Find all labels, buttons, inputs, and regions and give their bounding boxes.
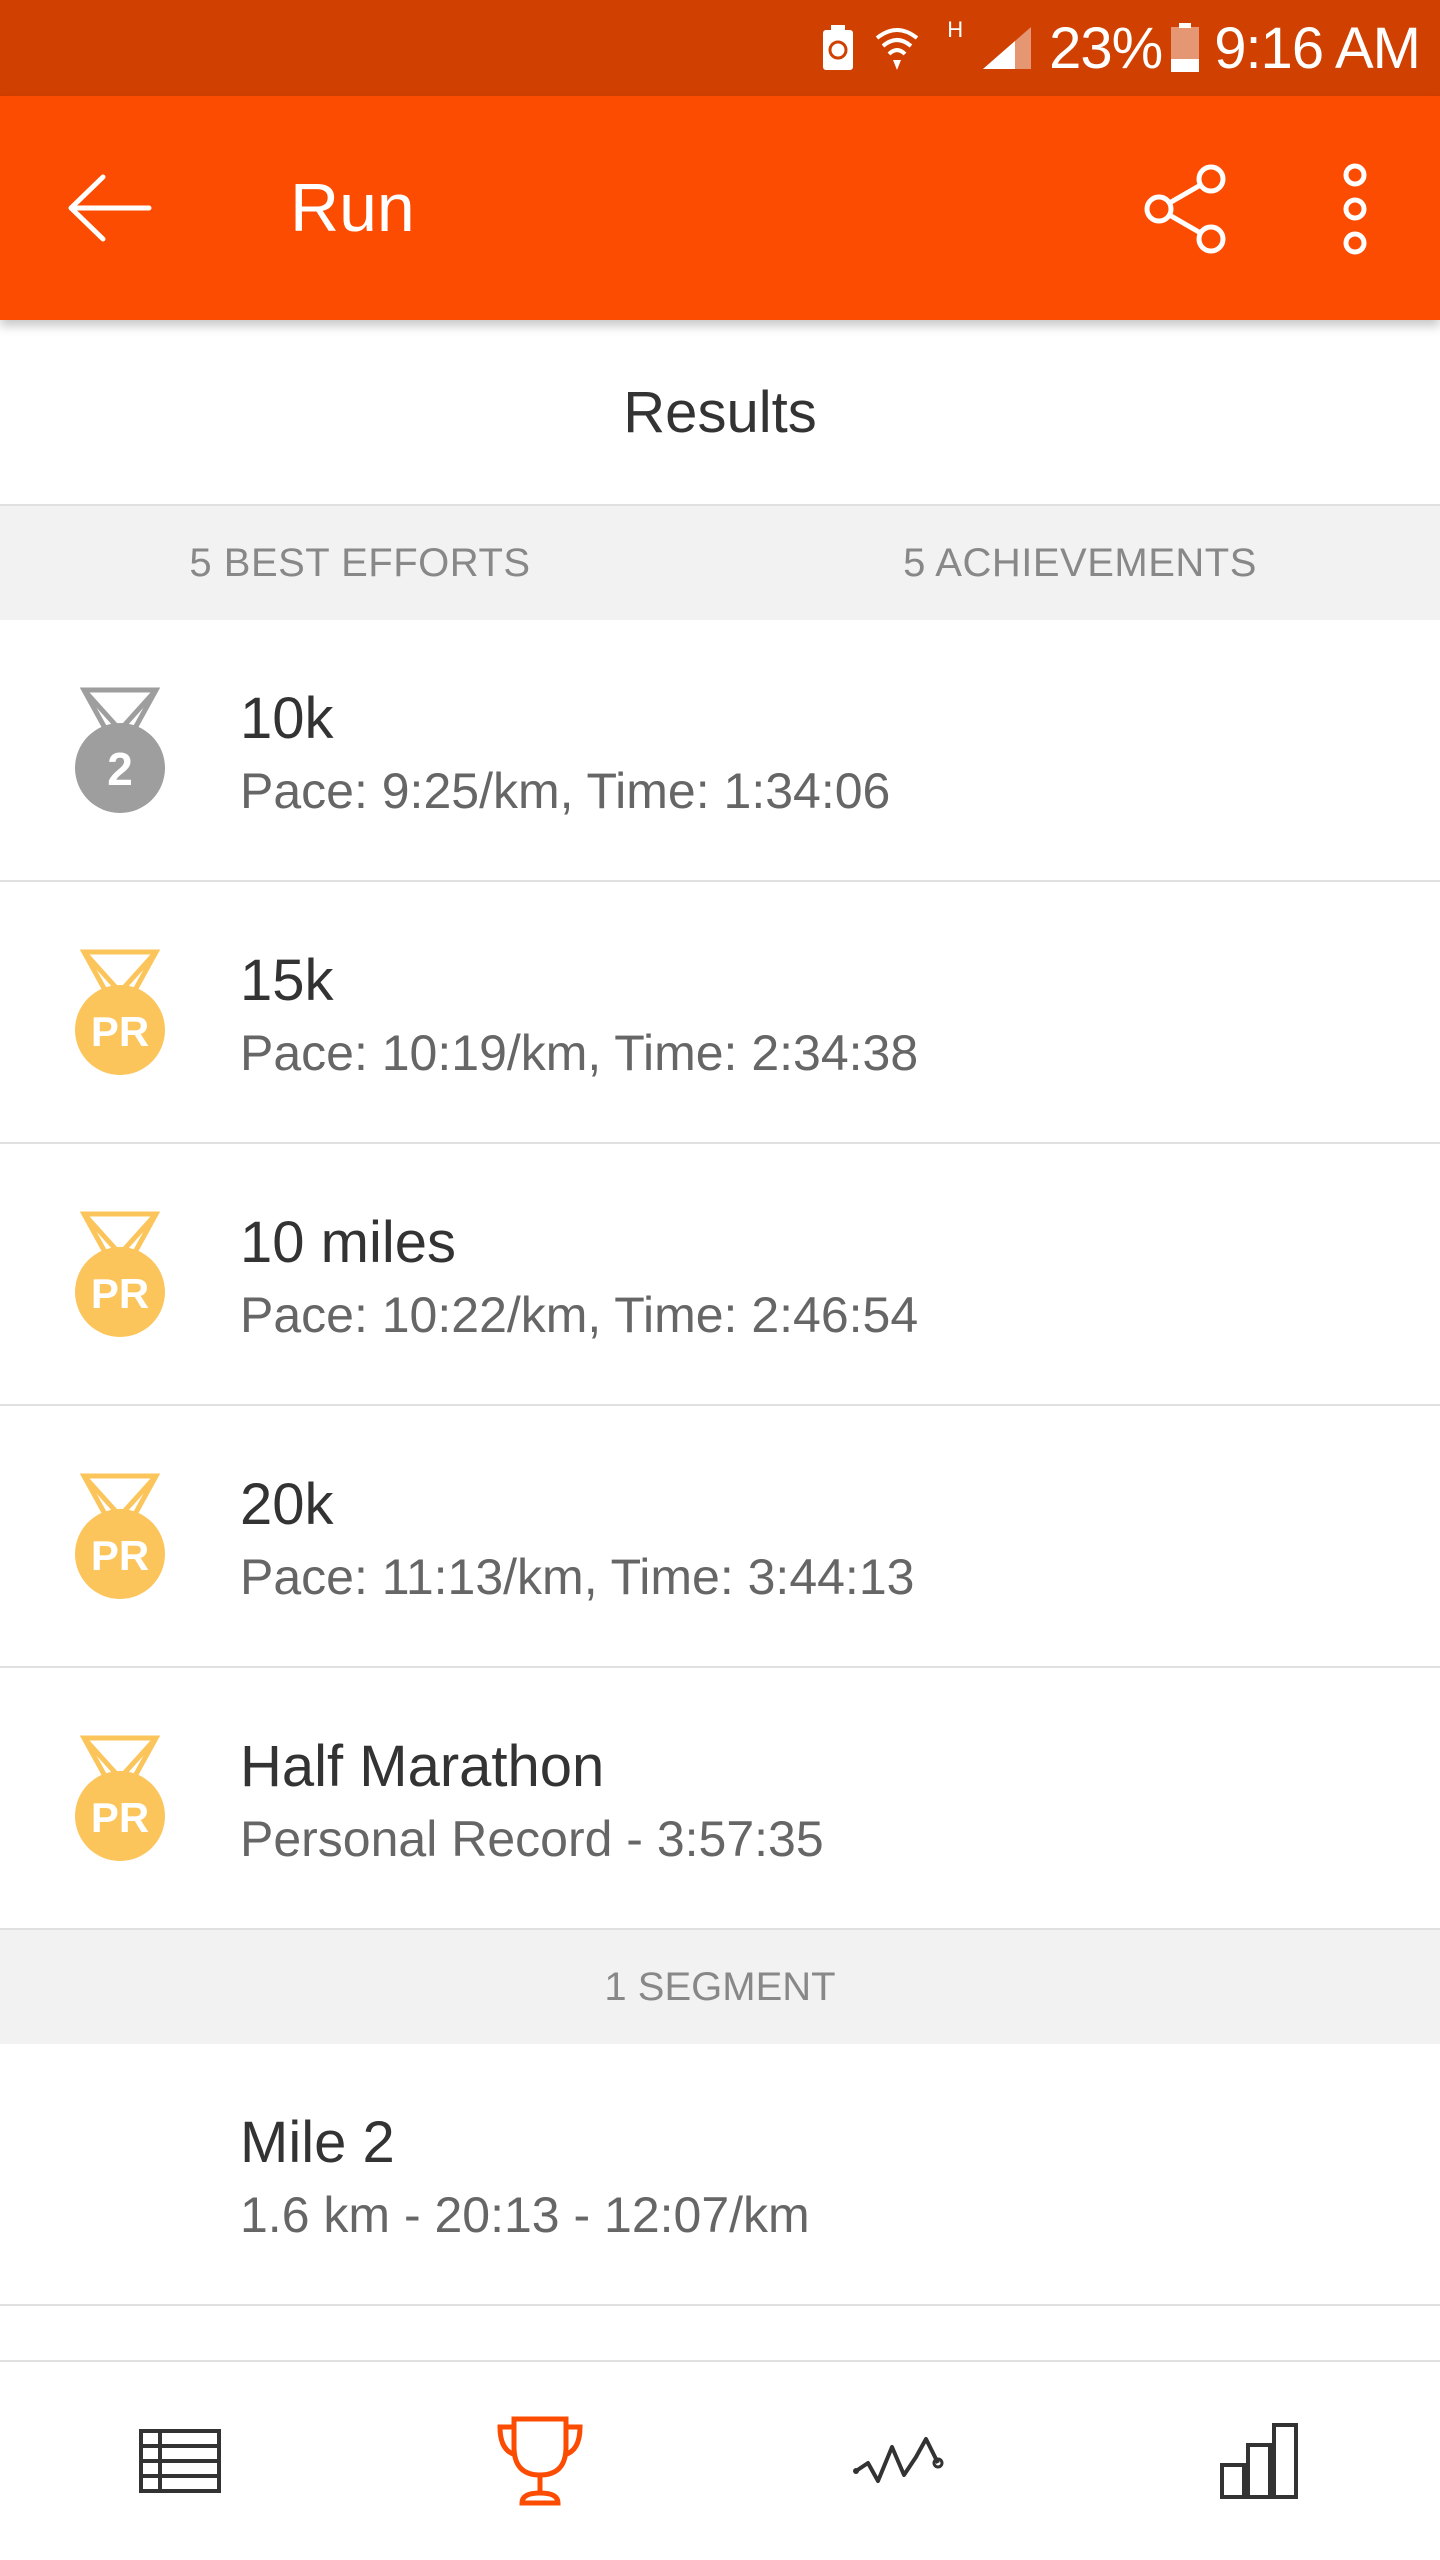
battery-saver-icon — [821, 24, 855, 72]
battery-icon — [1170, 23, 1200, 73]
effort-detail: Pace: 9:25/km, Time: 1:34:06 — [240, 763, 891, 819]
effort-detail: Personal Record - 3:57:35 — [240, 1811, 824, 1867]
clock: 9:16 AM — [1214, 15, 1421, 81]
medal-label: PR — [91, 1008, 149, 1055]
effort-title: 15k — [240, 948, 334, 1013]
effort-row-10-miles[interactable]: PR 10 miles Pace: 10:22/km, Time: 2:46:5… — [0, 1144, 1440, 1406]
segment-row[interactable]: Mile 2 1.6 km - 20:13 - 12:07/km — [0, 2044, 1440, 2306]
effort-title: 10k — [240, 686, 334, 751]
trophy-icon — [497, 2416, 583, 2506]
tab-achievements[interactable]: 5 ACHIEVEMENTS — [720, 541, 1440, 586]
effort-row-15k[interactable]: PR 15k Pace: 10:19/km, Time: 2:34:38 — [0, 882, 1440, 1144]
medal-label: PR — [91, 1532, 149, 1579]
nav-overview[interactable] — [0, 2362, 360, 2560]
effort-title: 20k — [240, 1472, 334, 1537]
app-bar: Run — [0, 96, 1440, 320]
tab-best-efforts[interactable]: 5 BEST EFFORTS — [0, 541, 720, 586]
segment-detail: 1.6 km - 20:13 - 12:07/km — [240, 2187, 810, 2243]
gold-medal-icon: PR — [75, 949, 165, 1075]
segment-title: Mile 2 — [240, 2110, 395, 2175]
status-bar: H 23% 9:16 AM — [0, 0, 1440, 96]
gold-medal-icon: PR — [75, 1735, 165, 1861]
wifi-icon — [873, 24, 921, 72]
effort-row-20k[interactable]: PR 20k Pace: 11:13/km, Time: 3:44:13 — [0, 1406, 1440, 1668]
effort-detail: Pace: 10:19/km, Time: 2:34:38 — [240, 1025, 919, 1081]
effort-detail: Pace: 11:13/km, Time: 3:44:13 — [240, 1549, 915, 1605]
effort-row-10k[interactable]: 2 10k Pace: 9:25/km, Time: 1:34:06 — [0, 620, 1440, 882]
gold-medal-icon: PR — [75, 1211, 165, 1337]
effort-row-half-marathon[interactable]: PR Half Marathon Personal Record - 3:57:… — [0, 1668, 1440, 1930]
signal-icon — [981, 25, 1035, 71]
gold-medal-icon: PR — [75, 1473, 165, 1599]
battery-percent: 23% — [1049, 15, 1163, 81]
nav-results[interactable] — [360, 2362, 720, 2560]
network-type: H — [947, 17, 964, 42]
activity-graph-icon — [853, 2437, 944, 2483]
share-icon — [1144, 164, 1226, 254]
bottom-navigation — [0, 2360, 1440, 2560]
results-heading: Results — [0, 320, 1440, 506]
nav-stats[interactable] — [1080, 2362, 1440, 2560]
medal-label: PR — [91, 1270, 149, 1317]
effort-title: Half Marathon — [240, 1734, 605, 1799]
medal-label: 2 — [107, 743, 133, 795]
more-options-button[interactable] — [1300, 154, 1410, 264]
segment-count-label: 1 SEGMENT — [604, 1964, 836, 2009]
medal-label: PR — [91, 1794, 149, 1841]
back-arrow-icon — [68, 174, 152, 242]
table-icon — [139, 2429, 221, 2493]
effort-detail: Pace: 10:22/km, Time: 2:46:54 — [240, 1287, 919, 1343]
page-title: Run — [290, 170, 415, 246]
share-button[interactable] — [1130, 154, 1240, 264]
more-vert-icon — [1343, 163, 1367, 255]
silver-medal-icon: 2 — [75, 687, 165, 813]
effort-title: 10 miles — [240, 1210, 456, 1275]
back-button[interactable] — [55, 158, 165, 258]
results-tabs: 5 BEST EFFORTS 5 ACHIEVEMENTS — [0, 506, 1440, 620]
segment-section-header: 1 SEGMENT — [0, 1930, 1440, 2044]
nav-analysis[interactable] — [720, 2362, 1080, 2560]
bar-chart-icon — [1220, 2423, 1298, 2499]
